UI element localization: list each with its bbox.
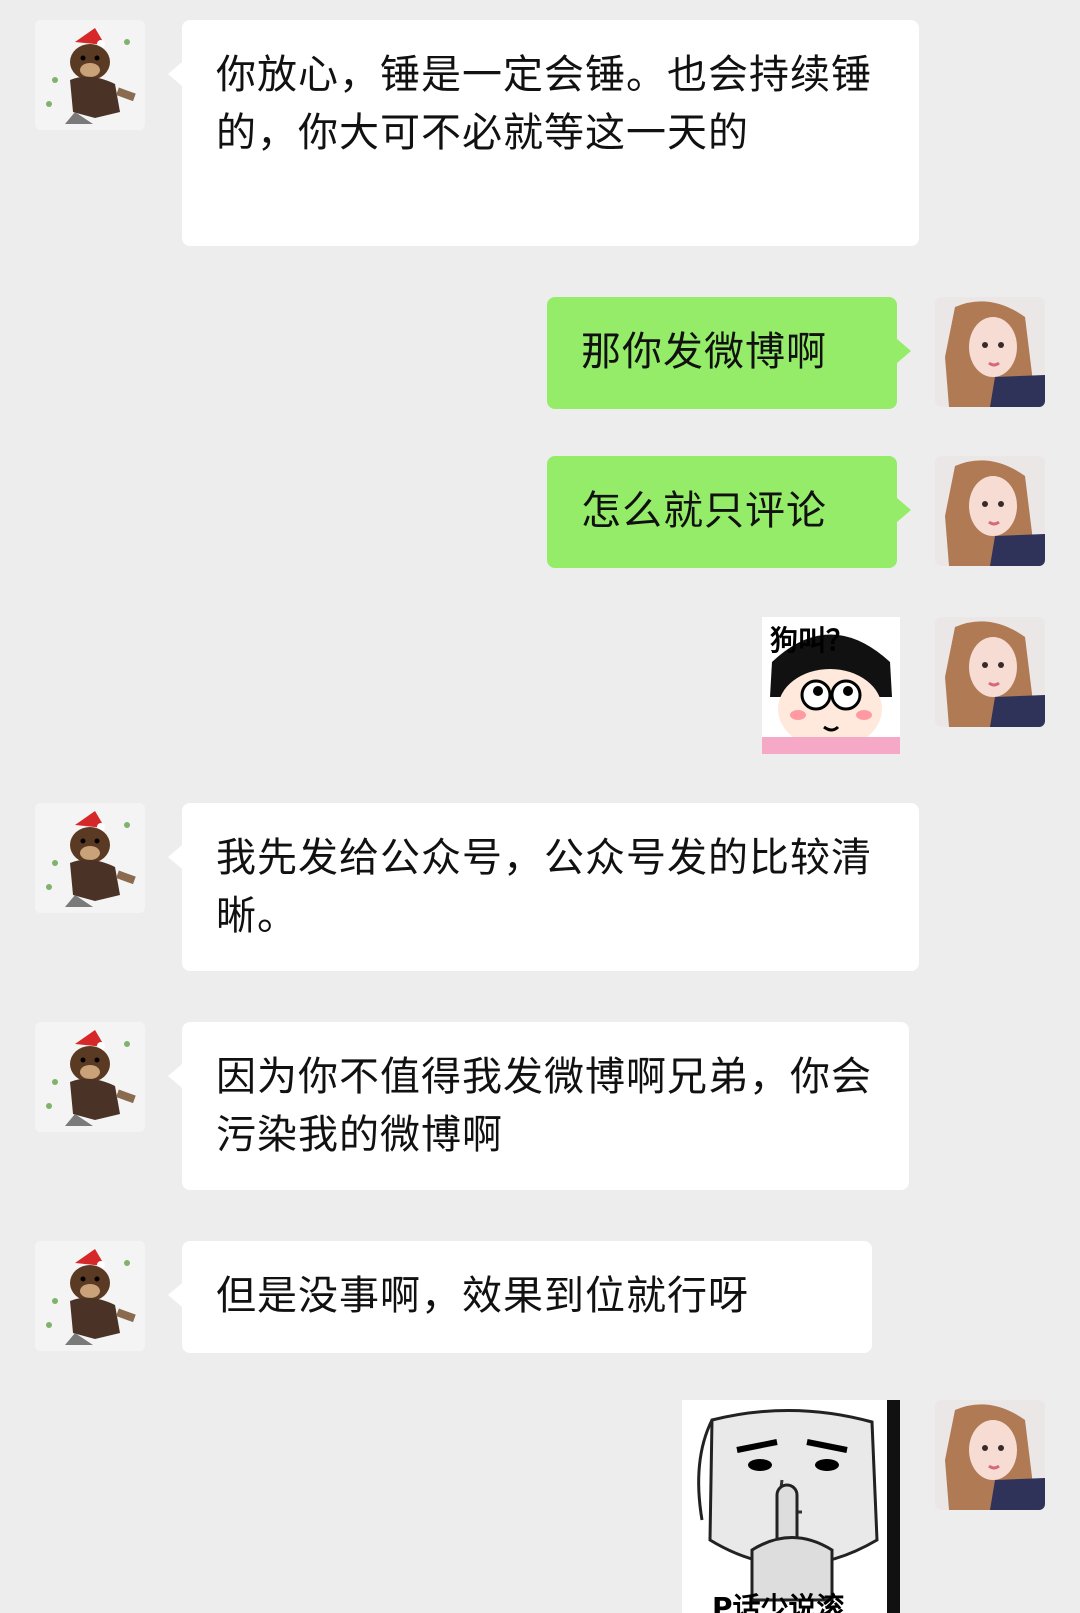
message-bubble-outgoing[interactable]: 怎么就只评论 — [547, 456, 911, 568]
message-bubble-incoming[interactable]: 我先发给公众号，公众号发的比较清晰。 — [168, 803, 919, 971]
message-bubble-outgoing[interactable]: 那你发微博啊 — [547, 297, 911, 409]
message-text: 怎么就只评论 — [581, 488, 827, 534]
message-text: 那你发微博啊 — [581, 329, 827, 375]
chat-area: 你放心，锤是一定会锤。也会持续锤的，你大可不必就等这一天的 那你发微博啊 怎么就… — [0, 0, 1080, 1613]
bear-avatar-icon[interactable] — [35, 1022, 145, 1132]
shush-face-sticker[interactable]: P话少说滚 — [682, 1400, 900, 1613]
message-bubble-incoming[interactable]: 但是没事啊，效果到位就行呀 — [168, 1241, 872, 1353]
girl-avatar-icon[interactable] — [935, 297, 1045, 407]
message-text: 但是没事啊，效果到位就行呀 — [216, 1273, 749, 1319]
girl-cartoon-sticker[interactable]: 狗叫？ — [762, 617, 900, 754]
girl-avatar-icon[interactable] — [935, 1400, 1045, 1510]
bear-avatar-icon[interactable] — [35, 20, 145, 130]
message-text: 因为你不值得我发微博啊兄弟，你会污染我的微博啊 — [216, 1054, 872, 1158]
message-text: 我先发给公众号，公众号发的比较清晰。 — [216, 835, 872, 939]
bear-avatar-icon[interactable] — [35, 1241, 145, 1351]
bear-avatar-icon[interactable] — [35, 803, 145, 913]
message-bubble-incoming[interactable]: 因为你不值得我发微博啊兄弟，你会污染我的微博啊 — [168, 1022, 909, 1190]
girl-avatar-icon[interactable] — [935, 617, 1045, 727]
message-text: 你放心，锤是一定会锤。也会持续锤的，你大可不必就等这一天的 — [216, 52, 872, 156]
sticker-caption: P话少说滚 — [712, 1591, 845, 1613]
girl-avatar-icon[interactable] — [935, 456, 1045, 566]
message-bubble-incoming[interactable]: 你放心，锤是一定会锤。也会持续锤的，你大可不必就等这一天的 — [168, 20, 919, 246]
sticker-caption: 狗叫？ — [770, 624, 855, 657]
